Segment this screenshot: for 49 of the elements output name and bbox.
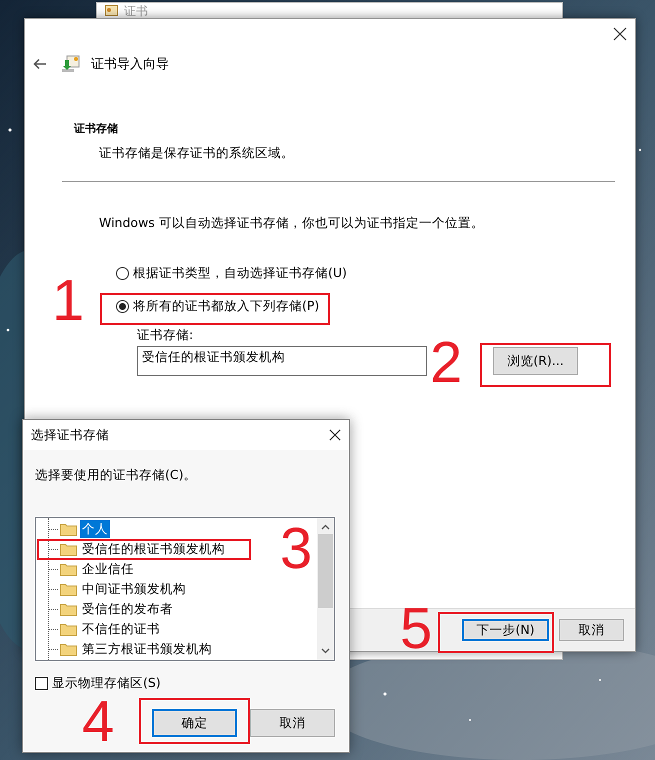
ok-button[interactable]: 确定 bbox=[152, 709, 237, 737]
window-title: 证书 bbox=[124, 5, 148, 18]
section-title: 证书存储 bbox=[72, 121, 119, 137]
radio-icon[interactable] bbox=[116, 266, 129, 280]
tree-item[interactable]: 受信任的根证书颁发机构 bbox=[80, 540, 227, 558]
folder-icon bbox=[60, 642, 77, 656]
dialog-prompt: 选择要使用的证书存储(C)。 bbox=[35, 466, 198, 484]
dialog-title: 选择证书存储 bbox=[31, 426, 109, 444]
radio-icon[interactable] bbox=[116, 300, 129, 312]
option-label: 根据证书类型，自动选择证书存储(U) bbox=[133, 264, 347, 282]
step-number: 4 bbox=[82, 693, 114, 751]
folder-icon bbox=[60, 602, 77, 616]
tree-item[interactable]: 不信任的证书 bbox=[80, 620, 162, 638]
certificate-import-icon bbox=[61, 55, 81, 73]
browse-button[interactable]: 浏览(R)... bbox=[493, 347, 578, 375]
step-number: 5 bbox=[400, 600, 432, 658]
section-description: 证书存储是保存证书的系统区域。 bbox=[98, 144, 295, 162]
wizard-title: 证书导入向导 bbox=[91, 56, 169, 73]
tree-item[interactable]: 中间证书颁发机构 bbox=[80, 580, 188, 598]
folder-icon bbox=[60, 522, 77, 536]
cancel-button[interactable]: 取消 bbox=[559, 619, 624, 641]
tree-item[interactable]: 第三方根证书颁发机构 bbox=[80, 640, 214, 658]
folder-icon bbox=[60, 562, 77, 576]
intro-text: Windows 可以自动选择证书存储，你也可以为证书指定一个位置。 bbox=[98, 214, 485, 232]
scroll-down-icon[interactable] bbox=[321, 648, 330, 654]
close-icon[interactable] bbox=[613, 27, 627, 41]
checkbox-label: 显示物理存储区(S) bbox=[52, 674, 161, 692]
tree-item[interactable]: 受信任的发布者 bbox=[80, 600, 175, 618]
step-number: 2 bbox=[430, 334, 462, 392]
cancel-button[interactable]: 取消 bbox=[250, 709, 335, 737]
certificate-icon bbox=[105, 5, 118, 17]
step-number: 3 bbox=[280, 520, 312, 578]
step-number: 1 bbox=[52, 272, 84, 330]
checkbox[interactable] bbox=[35, 676, 48, 690]
field-label: 证书存储: bbox=[136, 326, 194, 344]
tree-item[interactable]: 企业信任 bbox=[80, 560, 136, 578]
radio-option[interactable]: 将所有的证书都放入下列存储(P) bbox=[116, 297, 635, 315]
back-arrow-icon[interactable] bbox=[33, 58, 47, 70]
option-label: 将所有的证书都放入下列存储(P) bbox=[133, 297, 320, 315]
folder-icon bbox=[60, 542, 77, 556]
store-field[interactable]: 受信任的根证书颁发机构 bbox=[137, 346, 427, 376]
scroll-up-icon[interactable] bbox=[321, 524, 330, 530]
next-button[interactable]: 下一步(N) bbox=[462, 619, 549, 641]
tree-item[interactable]: 个人 bbox=[80, 520, 110, 538]
radio-option[interactable]: 根据证书类型，自动选择证书存储(U) bbox=[116, 264, 635, 282]
close-icon[interactable] bbox=[329, 429, 341, 441]
scrollbar[interactable] bbox=[317, 518, 334, 660]
folder-icon bbox=[60, 582, 77, 596]
folder-icon bbox=[60, 622, 77, 636]
